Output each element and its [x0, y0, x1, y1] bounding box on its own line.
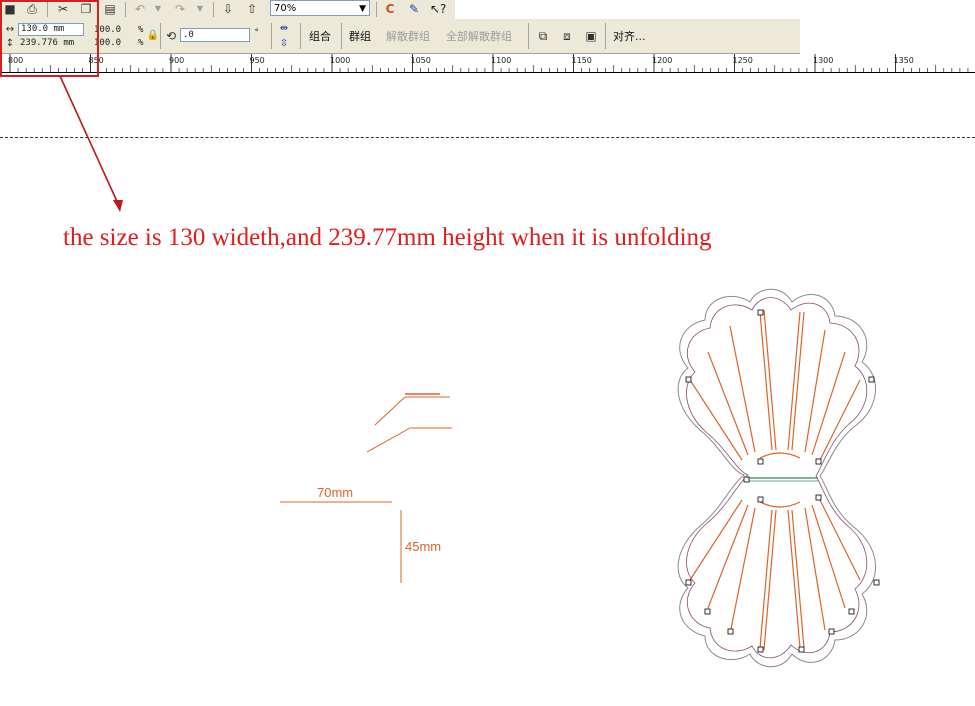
- top-ribs: [689, 309, 861, 461]
- paste-icon[interactable]: ▤: [102, 1, 118, 17]
- property-bar: ↔ ↕ 130.0 mm 239.776 mm 100.0 100.0 % % …: [0, 19, 800, 54]
- zoom-level-select[interactable]: 70% ▼: [270, 0, 370, 16]
- ruler-tick-label: 1000: [330, 56, 350, 65]
- scale-x-percent: %: [138, 25, 144, 35]
- lock-ratio-icon[interactable]: 🔒: [145, 28, 161, 44]
- mirror-horizontal-icon[interactable]: ⇹: [276, 21, 292, 37]
- ruler-tick-label: 1300: [813, 56, 833, 65]
- ungroup-all-button[interactable]: 全部解散群组: [446, 29, 512, 45]
- export-icon[interactable]: ⇧: [244, 1, 260, 17]
- toolbar-separator: [213, 2, 214, 17]
- toolbar-separator: [341, 23, 342, 49]
- rotation-angle-input[interactable]: .0: [180, 28, 250, 42]
- ruler-ticks: 800 850 900 950 1000 1050 1100 1150 1200 1250 1300…: [8, 54, 969, 72]
- group-button[interactable]: 群组: [349, 29, 371, 45]
- ruler-tick-label: 1350: [894, 56, 914, 65]
- width-dimension-label: 70mm: [317, 485, 354, 500]
- horizontal-ruler[interactable]: 800 850 900 950 1000 1050 1100 1150 1200 1250 1300…: [0, 54, 975, 73]
- toolbar-separator: [271, 23, 272, 49]
- intersect-icon[interactable]: ▣: [583, 28, 599, 44]
- scale-y-percent: %: [138, 38, 144, 48]
- ruler-tick-label: 1050: [411, 56, 431, 65]
- page-boundary-line: [0, 137, 975, 138]
- toolbar-separator: [528, 23, 529, 49]
- ruler-tick-label: 1100: [491, 56, 511, 65]
- combine-button[interactable]: 组合: [309, 29, 331, 45]
- bottom-ribs: [689, 499, 861, 651]
- weld-icon[interactable]: ⧉: [535, 28, 551, 44]
- size-annotation-text: the size is 130 wideth,and 239.77mm heig…: [63, 224, 712, 251]
- chevron-down-icon: ▼: [359, 4, 366, 14]
- toolbar-separator: [605, 23, 606, 49]
- toolbar-separator: [300, 23, 301, 49]
- redo-icon[interactable]: ↷: [172, 1, 188, 17]
- ruler-tick-label: 950: [250, 56, 265, 65]
- align-button[interactable]: 对齐...: [613, 29, 646, 45]
- ungroup-button[interactable]: 解散群组: [386, 29, 430, 45]
- size-highlight-box: [0, 0, 99, 77]
- ruler-tick-label: 1250: [733, 56, 753, 65]
- undo-icon[interactable]: ↶: [132, 1, 148, 17]
- zoom-level-value: 70%: [274, 3, 297, 14]
- ruler-tick-label: 900: [169, 56, 184, 65]
- undo-dropdown-icon[interactable]: ▼: [150, 1, 166, 17]
- corel-app-icon[interactable]: C: [382, 1, 398, 17]
- fold-dimension-sketch: [280, 393, 452, 583]
- mirror-vertical-icon[interactable]: ⇳: [276, 36, 292, 52]
- rotation-angle-value: .0: [183, 30, 194, 40]
- degree-symbol: °: [254, 28, 260, 38]
- redo-dropdown-icon[interactable]: ▼: [192, 1, 208, 17]
- trim-icon[interactable]: ⧈: [559, 28, 575, 44]
- toolbar-separator: [160, 23, 161, 49]
- corel-tools-icon[interactable]: ✎: [406, 1, 422, 17]
- toolbar-separator: [376, 2, 377, 17]
- ruler-tick-label: 1200: [652, 56, 672, 65]
- import-icon[interactable]: ⇩: [220, 1, 236, 17]
- rotate-icon: ⟲: [165, 29, 177, 43]
- shell-box-dieline: [677, 288, 880, 668]
- height-dimension-label: 45mm: [405, 539, 442, 554]
- toolbar-separator: [125, 2, 126, 17]
- ruler-tick-label: 1150: [572, 56, 592, 65]
- whats-this-help-icon[interactable]: ↖?: [430, 1, 446, 17]
